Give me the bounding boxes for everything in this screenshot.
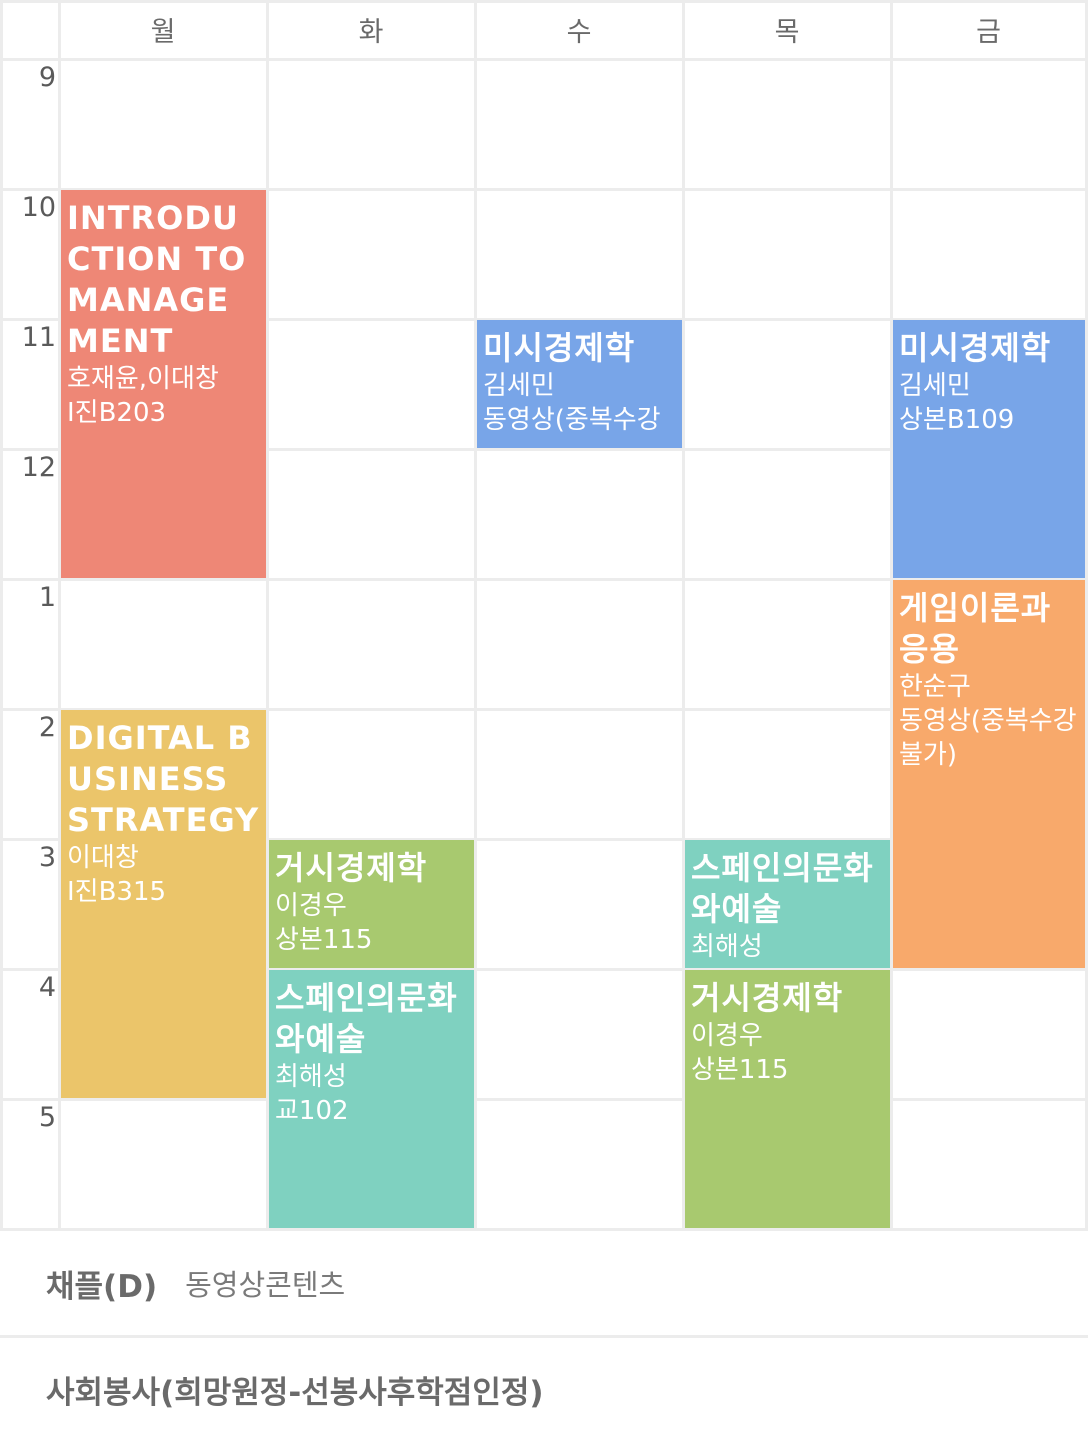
extra-course-note: 동영상콘텐츠: [185, 1268, 346, 1302]
course-name: DIGITAL BUSINESS STRATEGY: [67, 719, 260, 839]
hour-label: 5: [38, 1102, 56, 1133]
course-block-macroeconomics-thu[interactable]: 거시경제학 이경우 상본115: [685, 970, 890, 1228]
hour-label: 10: [21, 192, 56, 223]
course-block-macroeconomics-tue[interactable]: 거시경제학 이경우 상본115: [269, 840, 474, 968]
day-header-wed: 수: [566, 16, 592, 48]
hour-label: 11: [21, 322, 56, 353]
course-professor: 호재윤,이대창: [67, 364, 219, 394]
hour-label: 9: [38, 62, 56, 93]
grid-line: [0, 1098, 1088, 1101]
course-room: I진B203: [67, 398, 167, 428]
day-header-fri: 금: [976, 16, 1001, 48]
extra-course-name: 사회봉사(희망원정-선봉사후학점인정): [46, 1374, 544, 1411]
grid-line: [474, 0, 477, 1228]
grid-line: [0, 0, 3, 1228]
course-block-intro-management[interactable]: INTRODUCTION TO MANAGEMENT 호재윤,이대창 I진B20…: [61, 190, 266, 578]
course-block-microeconomics-fri[interactable]: 미시경제학 김세민 상본B109: [893, 320, 1085, 578]
course-block-spanish-culture-tue[interactable]: 스페인의문화와예술 최해성 교102: [269, 970, 474, 1228]
course-professor: 최해성: [275, 1062, 347, 1092]
course-name: 미시경제학: [483, 329, 636, 367]
course-name: 스페인의문화와예술: [691, 849, 874, 928]
course-professor: 김세민: [899, 371, 971, 401]
extra-course-chapel[interactable]: 채플(D) 동영상콘텐츠: [0, 1228, 1088, 1335]
course-professor: 이경우: [275, 891, 347, 921]
course-name: 거시경제학: [691, 979, 844, 1017]
course-block-spanish-culture-thu[interactable]: 스페인의문화와예술 최해성: [685, 840, 890, 968]
course-block-microeconomics-wed[interactable]: 미시경제학 김세민 동영상(중복수강: [477, 320, 682, 448]
hour-label: 4: [38, 972, 56, 1003]
course-name: 게임이론과응용: [899, 589, 1052, 668]
course-room: I진B315: [67, 877, 167, 907]
course-room: 상본B109: [899, 405, 1015, 435]
course-professor: 최해성: [691, 932, 763, 962]
course-professor: 한순구: [899, 672, 971, 702]
course-room: 상본115: [691, 1055, 789, 1085]
course-name: 스페인의문화와예술: [275, 979, 458, 1058]
course-name: 거시경제학: [275, 849, 428, 887]
grid-line: [0, 58, 1088, 61]
course-professor: 이경우: [691, 1021, 763, 1051]
timetable-grid: 월 화 수 목 금 9 10 11 12 1 2 3 4 5 INTRODUCT…: [0, 0, 1088, 1228]
course-name: 미시경제학: [899, 329, 1052, 367]
hour-label: 12: [21, 452, 56, 483]
hour-label: 3: [38, 842, 56, 873]
day-header-tue: 화: [358, 16, 384, 48]
course-name: INTRODUCTION TO MANAGEMENT: [67, 199, 247, 360]
course-room: 동영상(중복수강: [483, 405, 661, 435]
course-block-game-theory-fri[interactable]: 게임이론과응용 한순구 동영상(중복수강불가): [893, 580, 1085, 968]
day-header-thu: 목: [774, 16, 800, 48]
extra-course-volunteer[interactable]: 사회봉사(희망원정-선봉사후학점인정): [0, 1335, 1088, 1440]
course-professor: 이대창: [67, 843, 139, 873]
hour-label: 1: [38, 582, 56, 613]
course-room: 동영상(중복수강불가): [899, 706, 1077, 770]
hour-label: 2: [38, 712, 56, 743]
course-room: 상본115: [275, 925, 373, 955]
course-professor: 김세민: [483, 371, 555, 401]
day-header-mon: 월: [150, 16, 176, 48]
course-room: 교102: [275, 1096, 349, 1126]
extra-course-name: 채플(D): [46, 1268, 158, 1305]
course-block-digital-business[interactable]: DIGITAL BUSINESS STRATEGY 이대창 I진B315: [61, 710, 266, 1098]
